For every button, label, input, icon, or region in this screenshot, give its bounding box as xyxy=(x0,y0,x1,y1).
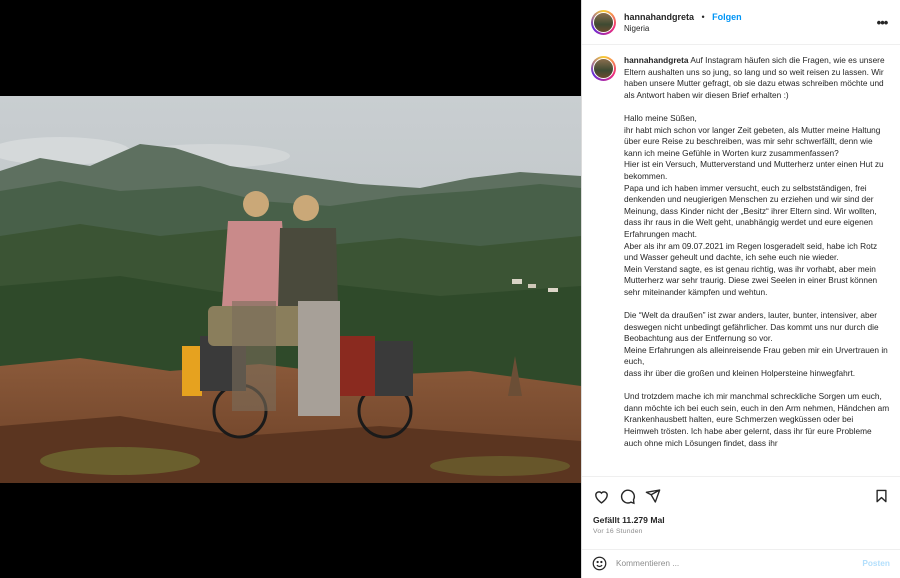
header-text: hannahandgreta • Folgen Nigeria xyxy=(624,10,874,35)
caption-body: Auf Instagram häufen sich die Fragen, wi… xyxy=(624,55,890,448)
action-bar xyxy=(582,477,900,515)
caption-username[interactable]: hannahandgreta xyxy=(624,55,689,65)
caption-avatar[interactable] xyxy=(591,56,616,81)
location-link[interactable]: Nigeria xyxy=(624,23,874,35)
emoji-icon[interactable] xyxy=(592,556,607,571)
separator-dot: • xyxy=(701,11,705,22)
post-timestamp[interactable]: Vor 16 Stunden xyxy=(582,525,900,535)
post-header: hannahandgreta • Folgen Nigeria ••• xyxy=(582,0,900,45)
comment-icon[interactable] xyxy=(618,487,636,505)
follow-button[interactable]: Folgen xyxy=(712,12,742,22)
post-sidebar: hannahandgreta • Folgen Nigeria ••• hann… xyxy=(581,0,900,578)
post-comment-button[interactable]: Posten xyxy=(862,558,890,568)
action-section: Gefällt 11.279 Mal Vor 16 Stunden Posten xyxy=(582,476,900,575)
more-horizontal-icon[interactable]: ••• xyxy=(874,15,890,30)
caption-text: hannahandgreta Auf Instagram häufen sich… xyxy=(624,55,890,476)
media-area xyxy=(0,0,581,578)
send-icon[interactable] xyxy=(644,487,662,505)
heart-icon[interactable] xyxy=(592,487,610,505)
comment-input[interactable] xyxy=(616,558,863,568)
instagram-post: hannahandgreta • Folgen Nigeria ••• hann… xyxy=(0,0,900,578)
caption-area: hannahandgreta Auf Instagram häufen sich… xyxy=(582,45,900,476)
avatar[interactable] xyxy=(591,9,616,35)
post-photo[interactable] xyxy=(0,96,581,483)
comment-form: Posten xyxy=(582,549,900,576)
username-link[interactable]: hannahandgreta xyxy=(624,12,694,22)
likes-count[interactable]: Gefällt 11.279 Mal xyxy=(582,515,900,525)
bookmark-icon[interactable] xyxy=(872,487,890,505)
